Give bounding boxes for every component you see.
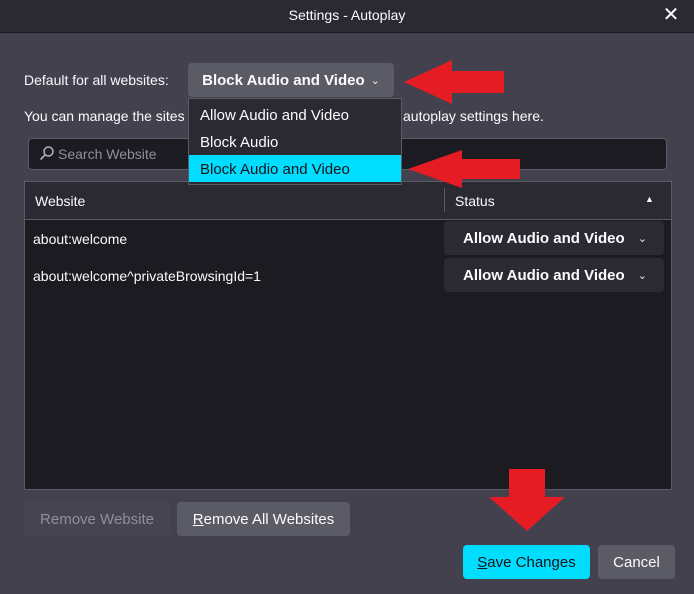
column-divider [444,188,445,212]
chevron-down-icon: ⌄ [370,74,380,87]
default-policy-dropdown[interactable]: Block Audio and Video ⌄ [188,63,394,97]
chevron-down-icon: ⌄ [637,270,647,282]
annotation-arrow-left-icon [404,60,504,104]
status-dropdown[interactable]: Allow Audio and Video ⌄ [444,258,664,292]
cancel-button[interactable]: Cancel [598,545,675,579]
column-header-website[interactable]: Website [35,193,85,209]
website-cell: about:welcome [33,231,128,247]
website-cell: about:welcome^privateBrowsingId=1 [33,268,261,284]
save-changes-button[interactable]: Save Changes [463,545,590,579]
status-value: Allow Audio and Video [463,267,625,284]
search-icon [40,146,54,160]
menu-item-allow-audio-video[interactable]: Allow Audio and Video [189,101,401,128]
search-placeholder: Search Website [58,146,157,162]
default-policy-menu: Allow Audio and Video Block Audio Block … [188,98,402,185]
table-header: Website Status ▲ [25,182,671,220]
chevron-down-icon: ⌄ [637,233,647,245]
column-header-status[interactable]: Status [455,193,495,209]
close-icon[interactable]: ✕ [662,5,680,25]
remove-website-button[interactable]: Remove Website [24,502,170,536]
annotation-arrow-left-icon [408,150,520,188]
status-dropdown[interactable]: Allow Audio and Video ⌄ [444,221,664,255]
websites-table: Website Status ▲ about:welcome Allow Aud… [24,181,672,490]
title-bar: Settings - Autoplay ✕ [0,0,694,33]
description-text-left: You can manage the sites [24,108,185,124]
menu-item-block-audio[interactable]: Block Audio [189,128,401,155]
status-value: Allow Audio and Video [463,230,625,247]
menu-item-block-audio-video[interactable]: Block Audio and Video [189,155,401,182]
annotation-arrow-down-icon [489,469,565,531]
dialog-title: Settings - Autoplay [288,7,406,23]
remove-all-websites-button[interactable]: Remove All Websites [177,502,350,536]
default-policy-value: Block Audio and Video [202,71,365,89]
sort-ascending-icon: ▲ [645,194,654,204]
default-label: Default for all websites: [24,72,169,88]
description-text-right: autoplay settings here. [403,108,544,124]
